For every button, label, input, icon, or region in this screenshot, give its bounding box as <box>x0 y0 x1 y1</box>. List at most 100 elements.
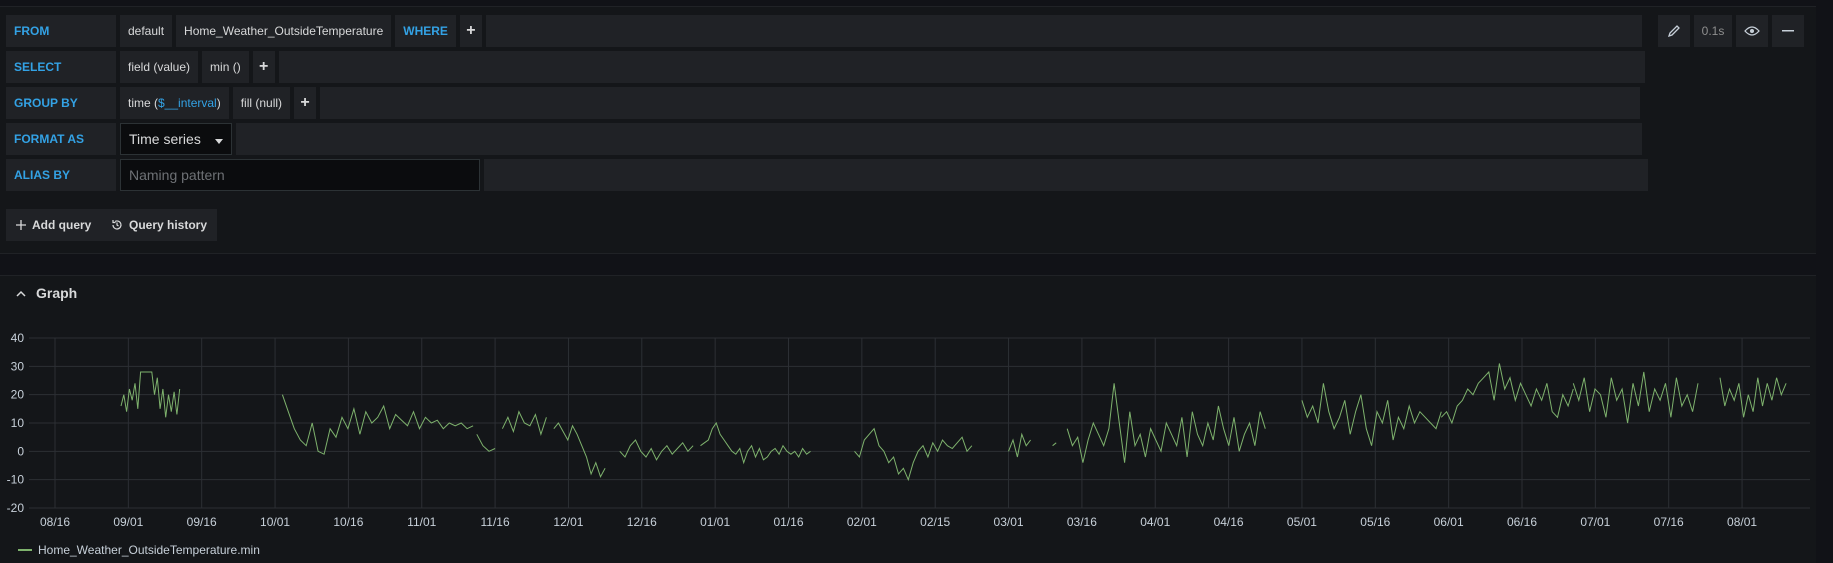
add-select-button[interactable]: + <box>252 51 275 83</box>
x-tick-label: 07/01 <box>1580 515 1610 529</box>
add-group-by-button[interactable]: + <box>294 87 317 119</box>
select-keyword: SELECT <box>6 51 116 83</box>
function-segment[interactable]: min () <box>202 51 249 83</box>
x-tick-label: 04/01 <box>1140 515 1170 529</box>
x-tick-label: 12/01 <box>553 515 583 529</box>
y-axis: 40 30 20 10 0 -10 -20 <box>7 331 25 515</box>
format-select-value: Time series <box>129 131 201 147</box>
x-axis: 08/16 09/01 09/16 10/01 10/16 11/01 11/16 12/01… <box>40 515 1757 529</box>
alias-input[interactable] <box>120 159 480 191</box>
graph-title: Graph <box>36 285 78 301</box>
from-row: FROM default Home_Weather_OutsideTempera… <box>6 15 1642 47</box>
x-tick-label: 06/16 <box>1507 515 1537 529</box>
pencil-icon <box>1667 25 1680 38</box>
series-line-segment <box>619 439 694 461</box>
history-icon <box>112 220 122 230</box>
x-tick-label: 09/01 <box>113 515 143 529</box>
y-tick-label: 40 <box>11 331 25 345</box>
x-tick-label: 01/16 <box>773 515 803 529</box>
x-tick-label: 11/16 <box>481 515 510 529</box>
y-tick-label: 0 <box>17 444 24 458</box>
series-line-segment <box>1052 442 1057 447</box>
fill-segment[interactable]: fill (null) <box>232 87 291 119</box>
chart-legend[interactable]: Home_Weather_OutsideTemperature.min <box>18 543 260 557</box>
series-line-segment <box>553 422 606 479</box>
x-tick-label: 09/16 <box>187 515 217 529</box>
series-line-segment <box>1008 432 1031 458</box>
y-tick-label: 30 <box>11 359 25 373</box>
y-tick-label: -20 <box>7 501 25 515</box>
y-tick-label: -10 <box>7 473 25 487</box>
time-group-segment[interactable]: time ($__interval) <box>120 87 229 119</box>
x-tick-label: 10/16 <box>333 515 363 529</box>
select-row: SELECT field (value) min () + <box>6 51 1645 83</box>
x-tick-label: 05/01 <box>1287 515 1317 529</box>
x-tick-label: 11/01 <box>407 515 436 529</box>
toggle-visibility-button[interactable] <box>1736 15 1768 47</box>
x-tick-label: 07/16 <box>1654 515 1684 529</box>
x-tick-label: 12/16 <box>627 515 657 529</box>
legend-swatch <box>18 549 32 551</box>
legend-label: Home_Weather_OutsideTemperature.min <box>38 543 260 557</box>
from-row-filler <box>485 15 1642 47</box>
series-lines <box>120 363 1787 482</box>
measurement-segment[interactable]: Home_Weather_OutsideTemperature <box>176 15 392 47</box>
series-line-segment <box>1719 377 1787 418</box>
series-line-segment <box>476 434 496 452</box>
add-query-label: Add query <box>32 218 92 232</box>
query-history-button[interactable]: Query history <box>101 209 218 241</box>
time-suffix: ) <box>216 96 221 110</box>
x-tick-label: 06/01 <box>1434 515 1464 529</box>
format-as-row: FORMAT AS Time series <box>6 123 1642 155</box>
format-select[interactable]: Time series <box>120 123 232 155</box>
x-tick-label: 02/15 <box>920 515 950 529</box>
temperature-chart: 40 30 20 10 0 -10 -20 08/16 09/01 09/16 10/01 10/1… <box>7 331 1810 529</box>
where-keyword: WHERE <box>395 15 456 47</box>
alias-row-filler <box>484 159 1648 191</box>
format-as-keyword: FORMAT AS <box>6 123 116 155</box>
y-tick-label: 10 <box>11 416 25 430</box>
add-where-button[interactable]: + <box>459 15 482 47</box>
series-line-segment <box>1301 383 1442 446</box>
select-row-filler <box>278 51 1645 83</box>
x-tick-label: 03/16 <box>1067 515 1097 529</box>
add-query-button[interactable]: Add query <box>6 209 102 241</box>
x-tick-label: 01/01 <box>700 515 730 529</box>
graph-header[interactable]: Graph <box>16 285 77 301</box>
alias-by-keyword: ALIAS BY <box>6 159 116 191</box>
series-line-segment <box>281 394 474 455</box>
x-tick-label: 03/01 <box>994 515 1024 529</box>
chevron-up-icon <box>16 290 26 297</box>
series-line-segment <box>700 421 811 465</box>
x-tick-label: 05/16 <box>1360 515 1390 529</box>
series-line-segment <box>854 427 973 482</box>
time-interval: $__interval <box>158 96 217 110</box>
group-by-row-filler <box>320 87 1641 119</box>
x-tick-label: 10/01 <box>260 515 290 529</box>
time-prefix: time ( <box>128 96 158 110</box>
eye-icon <box>1744 26 1760 36</box>
retention-policy-segment[interactable]: default <box>120 15 173 47</box>
y-tick-label: 20 <box>11 388 25 402</box>
series-line-segment <box>1440 363 1574 425</box>
from-keyword: FROM <box>6 15 116 47</box>
series-line-segment <box>1572 371 1699 424</box>
x-tick-label: 04/16 <box>1214 515 1244 529</box>
remove-query-button[interactable] <box>1772 15 1804 47</box>
group-by-row: GROUP BY time ($__interval) fill (null) … <box>6 87 1641 119</box>
query-time: 0.1s <box>1694 15 1732 47</box>
group-by-keyword: GROUP BY <box>6 87 116 119</box>
alias-by-row: ALIAS BY <box>6 159 1648 191</box>
chart-grid <box>29 337 1810 509</box>
x-tick-label: 02/01 <box>847 515 877 529</box>
query-toolbar: 0.1s <box>1658 15 1804 47</box>
x-tick-label: 08/16 <box>40 515 70 529</box>
plus-icon <box>16 220 26 230</box>
field-segment[interactable]: field (value) <box>120 51 199 83</box>
edit-button[interactable] <box>1658 15 1690 47</box>
query-history-label: Query history <box>129 218 208 232</box>
caret-down-icon <box>215 138 223 144</box>
minus-icon <box>1782 30 1794 32</box>
format-row-filler <box>236 123 1642 155</box>
x-tick-label: 08/01 <box>1727 515 1757 529</box>
